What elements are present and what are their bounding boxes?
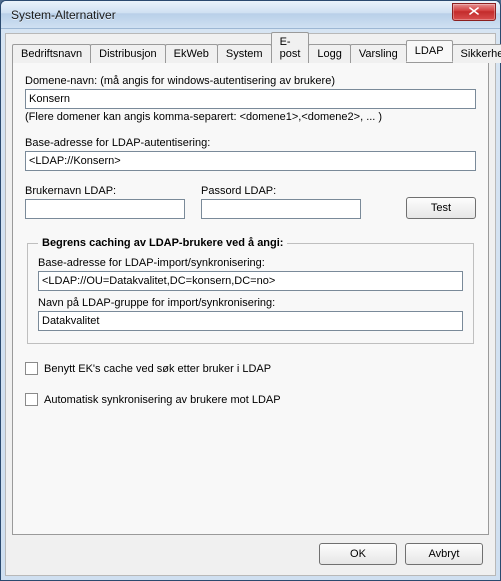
test-button[interactable]: Test — [406, 197, 476, 219]
cache-checkbox-row[interactable]: Benytt EK's cache ved søk etter bruker i… — [25, 362, 476, 375]
group-name-label: Navn på LDAP-gruppe for import/synkronis… — [38, 297, 463, 309]
ok-button[interactable]: OK — [319, 543, 397, 565]
sync-checkbox-row[interactable]: Automatisk synkronisering av brukere mot… — [25, 393, 476, 406]
caching-group: Begrens caching av LDAP-brukere ved å an… — [27, 237, 474, 344]
cancel-button[interactable]: Avbryt — [405, 543, 483, 565]
tab-sikkerhet[interactable]: Sikkerhet — [452, 44, 501, 63]
client-area: Bedriftsnavn Distribusjon EkWeb System E… — [5, 33, 496, 576]
tab-logg[interactable]: Logg — [308, 44, 350, 63]
tab-ldap[interactable]: LDAP — [406, 40, 453, 62]
tab-system[interactable]: System — [217, 44, 272, 63]
tab-strip: Bedriftsnavn Distribusjon EkWeb System E… — [12, 40, 489, 62]
close-button[interactable] — [452, 3, 496, 21]
caching-legend: Begrens caching av LDAP-brukere ved å an… — [38, 237, 287, 249]
window-title: System-Alternativer — [11, 8, 452, 22]
dialog-footer: OK Avbryt — [12, 535, 489, 569]
ldap-user-label: Brukernavn LDAP: — [25, 185, 185, 197]
base-import-input[interactable] — [38, 271, 463, 291]
base-import-label: Base-adresse for LDAP-import/synkroniser… — [38, 257, 463, 269]
dialog-window: System-Alternativer Bedriftsnavn Distrib… — [0, 0, 501, 581]
cache-checkbox[interactable] — [25, 362, 38, 375]
tab-epost[interactable]: E-post — [271, 32, 310, 63]
sync-checkbox-label: Automatisk synkronisering av brukere mot… — [44, 394, 281, 406]
credentials-row: Brukernavn LDAP: Passord LDAP: Test — [25, 185, 476, 219]
tab-varsling[interactable]: Varsling — [350, 44, 407, 63]
ldap-user-input[interactable] — [25, 199, 185, 219]
domain-label: Domene-navn: (må angis for windows-auten… — [25, 75, 476, 87]
group-name-input[interactable] — [38, 311, 463, 331]
close-icon — [469, 6, 479, 18]
domain-input[interactable] — [25, 89, 476, 109]
tab-bedriftsnavn[interactable]: Bedriftsnavn — [12, 44, 91, 63]
ldap-pass-input[interactable] — [201, 199, 361, 219]
ldap-pass-label: Passord LDAP: — [201, 185, 361, 197]
tab-panel-ldap: Domene-navn: (må angis for windows-auten… — [12, 62, 489, 535]
tab-ekweb[interactable]: EkWeb — [165, 44, 218, 63]
sync-checkbox[interactable] — [25, 393, 38, 406]
tab-distribusjon[interactable]: Distribusjon — [90, 44, 165, 63]
base-auth-label: Base-adresse for LDAP-autentisering: — [25, 137, 476, 149]
base-auth-input[interactable] — [25, 151, 476, 171]
titlebar[interactable]: System-Alternativer — [1, 1, 500, 29]
domain-note: (Flere domener kan angis komma-separert:… — [25, 111, 476, 123]
cache-checkbox-label: Benytt EK's cache ved søk etter bruker i… — [44, 363, 271, 375]
